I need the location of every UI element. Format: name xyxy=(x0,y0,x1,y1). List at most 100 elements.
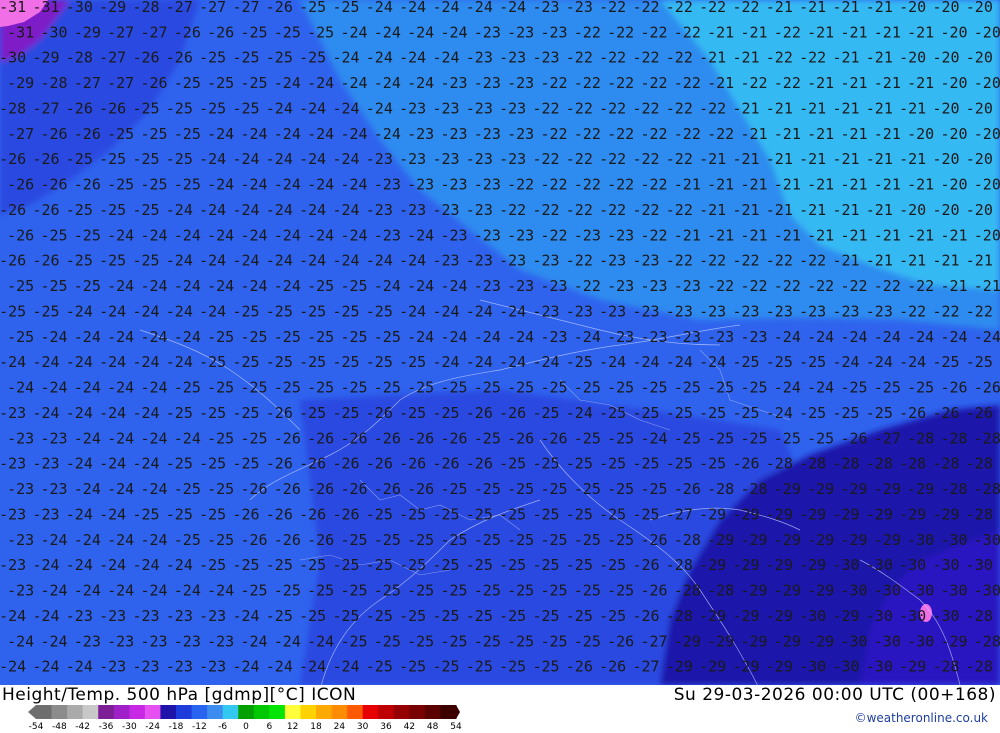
isotherm-label: -25 xyxy=(266,556,293,574)
isotherm-label: -22 xyxy=(499,201,526,219)
isotherm-label: -25 xyxy=(307,328,334,346)
isotherm-label: -20 xyxy=(932,49,959,67)
isotherm-label: -25 xyxy=(232,455,259,473)
isotherm-label: -22 xyxy=(632,150,659,168)
isotherm-label: -24 xyxy=(274,226,301,244)
isotherm-label: -26 xyxy=(166,49,193,67)
isotherm-label: -26 xyxy=(40,176,67,194)
isotherm-label: -25 xyxy=(332,353,359,371)
isotherm-label: -25 xyxy=(399,505,426,523)
isotherm-label: -25 xyxy=(340,379,367,397)
isotherm-label: -25 xyxy=(307,582,334,600)
isotherm-label: -24 xyxy=(140,582,167,600)
isotherm-label: -24 xyxy=(140,226,167,244)
isotherm-label: -25 xyxy=(374,531,401,549)
isotherm-label: -25 xyxy=(566,556,593,574)
isotherm-label: -26 xyxy=(840,429,867,447)
isotherm-label: -26 xyxy=(732,455,759,473)
isotherm-label: -25 xyxy=(166,150,193,168)
isotherm-label: -26 xyxy=(32,201,59,219)
isotherm-label: -24 xyxy=(599,353,626,371)
isotherm-label: -23 xyxy=(99,658,126,676)
isotherm-label: -28 xyxy=(832,455,859,473)
isotherm-label: -24 xyxy=(366,252,393,270)
isotherm-label: -24 xyxy=(499,0,526,16)
isotherm-label: -21 xyxy=(774,226,801,244)
isotherm-label: -21 xyxy=(907,226,934,244)
isotherm-label: -23 xyxy=(166,658,193,676)
isotherm-label: -26 xyxy=(66,99,93,117)
legend-swatch xyxy=(284,705,301,719)
isotherm-label: -24 xyxy=(940,328,967,346)
isotherm-label: -26 xyxy=(440,429,467,447)
isotherm-label: -28 xyxy=(0,99,26,117)
isotherm-label: -23 xyxy=(632,252,659,270)
isotherm-label: -23 xyxy=(740,328,767,346)
isotherm-label: -23 xyxy=(540,23,567,41)
isotherm-label: -24 xyxy=(7,632,34,650)
isotherm-label: -23 xyxy=(599,302,626,320)
isotherm-label: -22 xyxy=(666,99,693,117)
isotherm-label: -22 xyxy=(532,150,559,168)
legend-swatch xyxy=(253,705,270,719)
isotherm-label: -25 xyxy=(374,328,401,346)
isotherm-label: -22 xyxy=(640,176,667,194)
isotherm-label: -24 xyxy=(107,277,134,295)
legend-swatch xyxy=(207,705,224,719)
isotherm-label: -25 xyxy=(466,658,493,676)
isotherm-label: -23 xyxy=(640,277,667,295)
isotherm-label: -25 xyxy=(240,582,267,600)
isotherm-label: -24 xyxy=(407,74,434,92)
isotherm-label: -24 xyxy=(440,23,467,41)
isotherm-label: -20 xyxy=(974,176,1000,194)
credit-link[interactable]: ©weatheronline.co.uk xyxy=(855,711,988,725)
isotherm-label: -25 xyxy=(507,582,534,600)
isotherm-label: -25 xyxy=(607,429,634,447)
isotherm-label: -29 xyxy=(807,582,834,600)
isotherm-label: -26 xyxy=(466,404,493,422)
isotherm-label: -29 xyxy=(99,0,126,16)
isotherm-label: -24 xyxy=(307,176,334,194)
isotherm-label: -21 xyxy=(832,49,859,67)
isotherm-label: -25 xyxy=(840,379,867,397)
isotherm-label: -25 xyxy=(40,277,67,295)
isotherm-label: -26 xyxy=(899,404,926,422)
isotherm-label: -23 xyxy=(766,302,793,320)
isotherm-label: -24 xyxy=(174,582,201,600)
isotherm-label: -21 xyxy=(866,150,893,168)
isotherm-label: -25 xyxy=(566,455,593,473)
isotherm-label: -23 xyxy=(474,176,501,194)
isotherm-label: -22 xyxy=(607,23,634,41)
isotherm-label: -25 xyxy=(532,556,559,574)
isotherm-label: -25 xyxy=(540,582,567,600)
isotherm-label: -23 xyxy=(40,429,67,447)
isotherm-label: -24 xyxy=(0,607,26,625)
isotherm-label: -26 xyxy=(332,455,359,473)
isotherm-label: -28 xyxy=(66,49,93,67)
isotherm-label: -24 xyxy=(0,353,26,371)
isotherm-label: -25 xyxy=(166,99,193,117)
isotherm-label: -24 xyxy=(140,328,167,346)
isotherm-label: -24 xyxy=(232,658,259,676)
isotherm-label: -22 xyxy=(574,74,601,92)
isotherm-label: -25 xyxy=(66,252,93,270)
isotherm-label: -24 xyxy=(240,632,267,650)
isotherm-label: -26 xyxy=(74,125,101,143)
isotherm-label: -25 xyxy=(366,353,393,371)
isotherm-label: -21 xyxy=(699,49,726,67)
isotherm-label: -25 xyxy=(474,480,501,498)
isotherm-label: -22 xyxy=(932,302,959,320)
isotherm-label: -23 xyxy=(666,302,693,320)
isotherm-label: -24 xyxy=(207,277,234,295)
legend-swatch xyxy=(238,705,255,719)
isotherm-label: -21 xyxy=(674,226,701,244)
legend-swatch xyxy=(269,705,286,719)
isotherm-label: -24 xyxy=(299,658,326,676)
isotherm-label: -24 xyxy=(140,429,167,447)
isotherm-label: -30 xyxy=(932,607,959,625)
isotherm-label: -26 xyxy=(32,252,59,270)
isotherm-label: -24 xyxy=(340,23,367,41)
isotherm-label: -25 xyxy=(466,505,493,523)
isotherm-label: -22 xyxy=(532,99,559,117)
isotherm-label: -23 xyxy=(466,201,493,219)
